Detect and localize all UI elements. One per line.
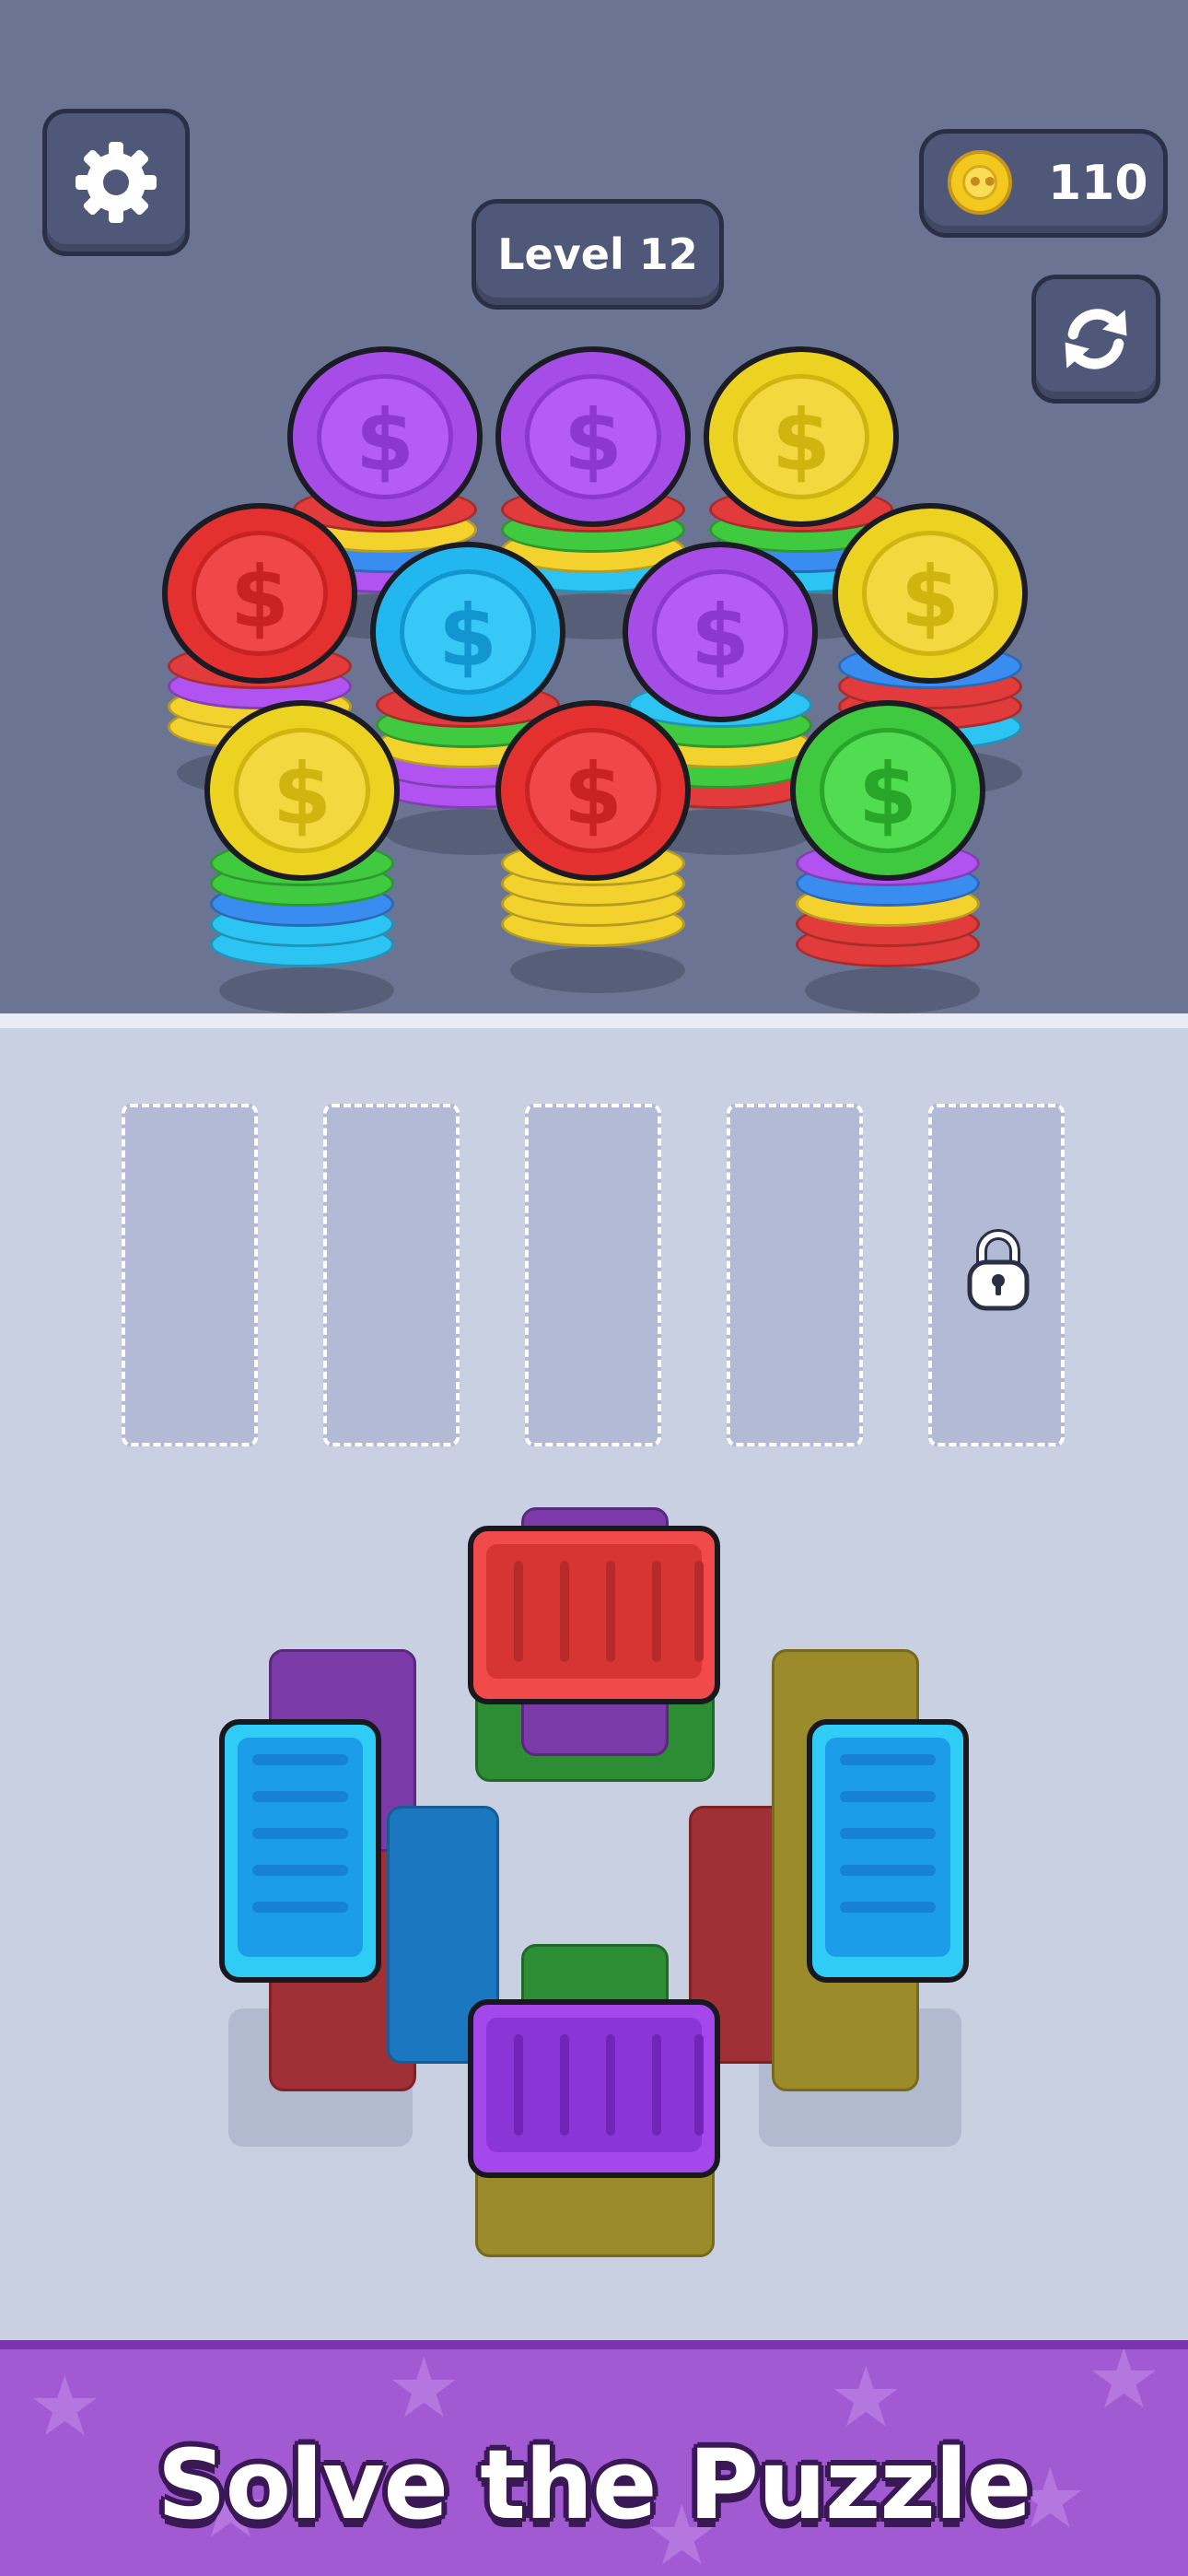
star-decoration: ★ — [387, 2340, 461, 2437]
crate-cyan-right[interactable] — [807, 1719, 969, 1983]
dollar-icon: $ — [820, 728, 956, 853]
coin-icon — [948, 150, 1012, 215]
gear-icon — [76, 142, 157, 223]
padlock-icon — [967, 1229, 1030, 1311]
coin-count: 110 — [1048, 156, 1148, 211]
dollar-icon: $ — [525, 374, 661, 499]
stack-shadow — [805, 967, 980, 1013]
dollar-icon: $ — [234, 728, 370, 853]
promo-banner: ★ ★ ★ ★ ★ ★ ★ Solve the Puzzle — [0, 2340, 1188, 2576]
refresh-icon — [1065, 309, 1127, 369]
slot-2[interactable] — [323, 1104, 460, 1446]
coin-top: $ — [495, 700, 691, 881]
crate-red[interactable] — [468, 1526, 720, 1704]
level-badge: Level 12 — [472, 199, 724, 310]
coin-top: $ — [790, 700, 985, 881]
coin-top: $ — [162, 503, 357, 684]
coin-top: $ — [833, 503, 1028, 684]
slot-5-locked[interactable] — [928, 1104, 1065, 1446]
dollar-icon: $ — [400, 569, 536, 695]
dollar-icon: $ — [652, 569, 788, 695]
refresh-button[interactable] — [1031, 275, 1160, 404]
dollar-icon: $ — [525, 728, 661, 853]
coin-stack-9[interactable]: $ — [495, 700, 691, 1032]
banner-title: Solve the Puzzle — [157, 2429, 1032, 2541]
crate-purple[interactable] — [468, 1999, 720, 2178]
slot-4[interactable] — [727, 1104, 863, 1446]
dollar-icon: $ — [192, 531, 328, 656]
coin-counter: 110 — [919, 129, 1168, 238]
level-label: Level 12 — [497, 229, 698, 279]
crate-cyan-left[interactable] — [219, 1719, 381, 1983]
coin-stack-8[interactable]: $ — [204, 700, 400, 1032]
dollar-icon: $ — [862, 531, 998, 656]
stack-shadow — [510, 947, 685, 993]
coin-top: $ — [495, 346, 691, 527]
slot-3[interactable] — [525, 1104, 661, 1446]
coin-top: $ — [370, 542, 565, 722]
coin-stack-10[interactable]: $ — [790, 700, 985, 1032]
dollar-icon: $ — [317, 374, 453, 499]
coin-top: $ — [204, 700, 400, 881]
star-decoration: ★ — [1087, 2340, 1161, 2428]
dollar-icon: $ — [733, 374, 869, 499]
stack-shadow — [219, 967, 394, 1013]
settings-button[interactable] — [42, 109, 190, 256]
coin-top: $ — [704, 346, 899, 527]
coin-top: $ — [287, 346, 483, 527]
slot-1[interactable] — [122, 1104, 258, 1446]
coin-top: $ — [623, 542, 818, 722]
